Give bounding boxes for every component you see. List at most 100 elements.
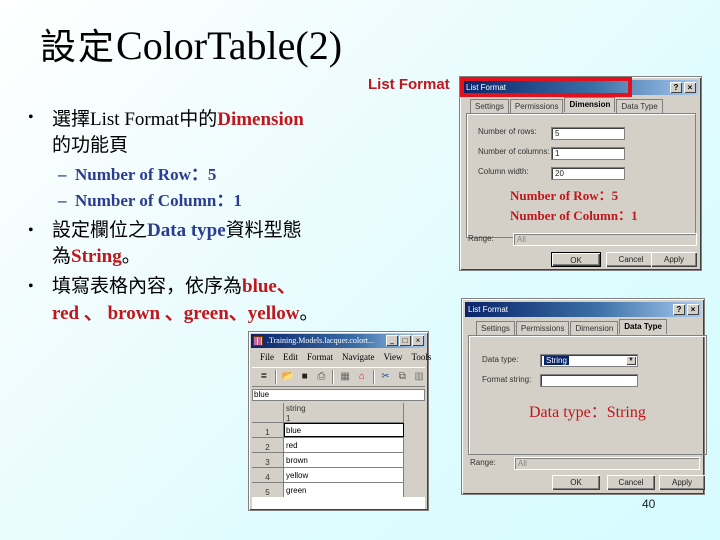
title-latin: ColorTable(2) <box>116 23 343 68</box>
subitem-column: – Number of Column：1 <box>58 189 242 213</box>
column-header[interactable]: string 1 <box>284 403 404 423</box>
slide-title: 設定ColorTable(2) <box>40 18 342 76</box>
save-icon[interactable]: ■ <box>299 371 311 383</box>
tab-panel <box>468 335 707 455</box>
open-folder-icon[interactable]: 📂 <box>282 371 294 383</box>
copy-icon[interactable]: ⧉ <box>397 371 409 383</box>
range-label: Range: <box>470 458 496 467</box>
row-header[interactable]: 1 <box>252 423 284 437</box>
format-string-input[interactable] <box>540 374 638 387</box>
bullet-1-part: List Format <box>90 109 180 130</box>
tab-permissions[interactable]: Permissions <box>515 321 570 335</box>
toolbar-separator <box>274 370 277 384</box>
window-title: .Training.Models.lacquer.colort... <box>267 336 375 345</box>
bullet-2-string: String <box>71 246 122 267</box>
print-icon[interactable]: ⎙ <box>316 371 328 383</box>
bullet-2-line-2: 為String。 <box>52 244 141 269</box>
ok-button[interactable]: OK <box>552 475 600 490</box>
table-cell[interactable]: brown <box>284 453 404 467</box>
bullet-1-line-1: 選擇List Format中的Dimension <box>52 107 304 132</box>
rows-label: Number of rows: <box>478 127 537 136</box>
data-type-label: Data type: <box>482 355 519 364</box>
menu-navigate[interactable]: Navigate <box>342 350 374 365</box>
table-row: 3 brown <box>252 453 404 468</box>
home-icon[interactable]: ⌂ <box>356 371 368 383</box>
bullet-1-dimension: Dimension <box>217 109 304 130</box>
table-cell[interactable]: red <box>284 438 404 452</box>
ok-button[interactable]: OK <box>551 252 601 267</box>
close-button[interactable]: × <box>412 335 424 346</box>
columns-input[interactable]: 1 <box>551 147 625 160</box>
dialog-titlebar[interactable]: List Format ? × <box>463 80 698 95</box>
list-format-dialog-data-type: List Format ? × Settings Permissions Dim… <box>461 298 707 495</box>
grid-header-row: string 1 <box>252 403 404 423</box>
apply-button[interactable]: Apply <box>659 475 705 490</box>
tab-data-type[interactable]: Data Type <box>619 319 667 334</box>
table-row: 2 red <box>252 438 404 453</box>
menu-format[interactable]: Format <box>307 350 333 365</box>
column-width-input[interactable]: 20 <box>551 167 625 180</box>
menu-file[interactable]: File <box>260 350 274 365</box>
format-string-label: Format string: <box>482 375 532 384</box>
subitem-row-text: Number of Row：5 <box>75 165 217 184</box>
dialog-tabs: Settings Permissions Dimension Data Type <box>476 319 668 335</box>
rows-input[interactable]: 5 <box>551 127 625 140</box>
bullet-1-part: 中的 <box>179 108 218 130</box>
bullet-3-blue: blue、 <box>242 276 296 297</box>
table-cell[interactable]: yellow <box>284 468 404 482</box>
close-button[interactable]: × <box>684 82 696 93</box>
window-titlebar[interactable]: .Training.Models.lacquer.colort... _ □ × <box>251 334 426 348</box>
tab-settings[interactable]: Settings <box>476 321 515 335</box>
bullet-3-colors: red 、 brown 、green、yellow <box>52 303 300 324</box>
equals-icon[interactable]: = <box>258 371 270 383</box>
row-header[interactable]: 5 <box>252 483 284 497</box>
menu-edit[interactable]: Edit <box>283 350 298 365</box>
bullet-dot: • <box>28 222 34 239</box>
table-cell[interactable]: blue <box>284 423 404 437</box>
color-table-window: .Training.Models.lacquer.colort... _ □ ×… <box>248 331 431 511</box>
cancel-button[interactable]: Cancel <box>606 252 656 267</box>
page-number: 40 <box>642 497 656 511</box>
tab-settings[interactable]: Settings <box>470 99 509 113</box>
row-header[interactable]: 3 <box>252 453 284 467</box>
menu-view[interactable]: View <box>384 350 403 365</box>
bullet-dot: • <box>28 278 34 295</box>
tab-permissions[interactable]: Permissions <box>509 99 564 113</box>
tab-data-type[interactable]: Data Type <box>616 99 663 113</box>
corner-cell[interactable] <box>252 403 284 422</box>
row-header[interactable]: 4 <box>252 468 284 482</box>
title-cjk: 設定 <box>40 27 117 68</box>
apply-button[interactable]: Apply <box>651 252 697 267</box>
cancel-button[interactable]: Cancel <box>607 475 655 490</box>
tab-dimension[interactable]: Dimension <box>564 97 616 112</box>
overlay-rows: Number of Row：5 <box>510 188 619 203</box>
table-cell[interactable]: green <box>284 483 404 497</box>
grid-empty-area <box>252 497 425 509</box>
cut-icon[interactable]: ✂ <box>380 371 392 383</box>
overlay-columns: Number of Column：1 <box>510 208 638 223</box>
menu-tools[interactable]: Tools <box>411 350 431 365</box>
bullet-3-part: 填寫表格內容，依序為 <box>52 275 243 297</box>
help-button[interactable]: ? <box>673 304 685 315</box>
chevron-down-icon[interactable]: ▼ <box>626 356 636 365</box>
tab-dimension[interactable]: Dimension <box>570 321 619 335</box>
data-type-select[interactable]: String ▼ <box>540 354 638 367</box>
list-format-caption: List Format <box>368 76 450 93</box>
minimize-button[interactable]: _ <box>386 335 398 346</box>
table-row: 1 blue <box>252 423 404 438</box>
help-button[interactable]: ? <box>670 82 682 93</box>
subitem-row: – Number of Row：5 <box>58 163 216 187</box>
row-header[interactable]: 2 <box>252 438 284 452</box>
bullet-2-suffix: 。 <box>121 245 141 267</box>
cell-edit-line[interactable]: blue <box>252 389 425 401</box>
list-format-dialog-dimension: List Format ? × Settings Permissions Dim… <box>459 76 702 271</box>
paste-icon[interactable]: ▥ <box>413 371 425 383</box>
close-button[interactable]: × <box>687 304 699 315</box>
find-icon[interactable]: ▦ <box>339 371 351 383</box>
range-input: All <box>514 457 700 470</box>
dialog-titlebar[interactable]: List Format ? × <box>465 302 701 317</box>
column-width-label: Column width: <box>478 167 529 176</box>
dialog-title: List Format <box>468 305 509 314</box>
bullet-2-part: 設定欄位之 <box>52 219 148 241</box>
maximize-button[interactable]: □ <box>399 335 411 346</box>
